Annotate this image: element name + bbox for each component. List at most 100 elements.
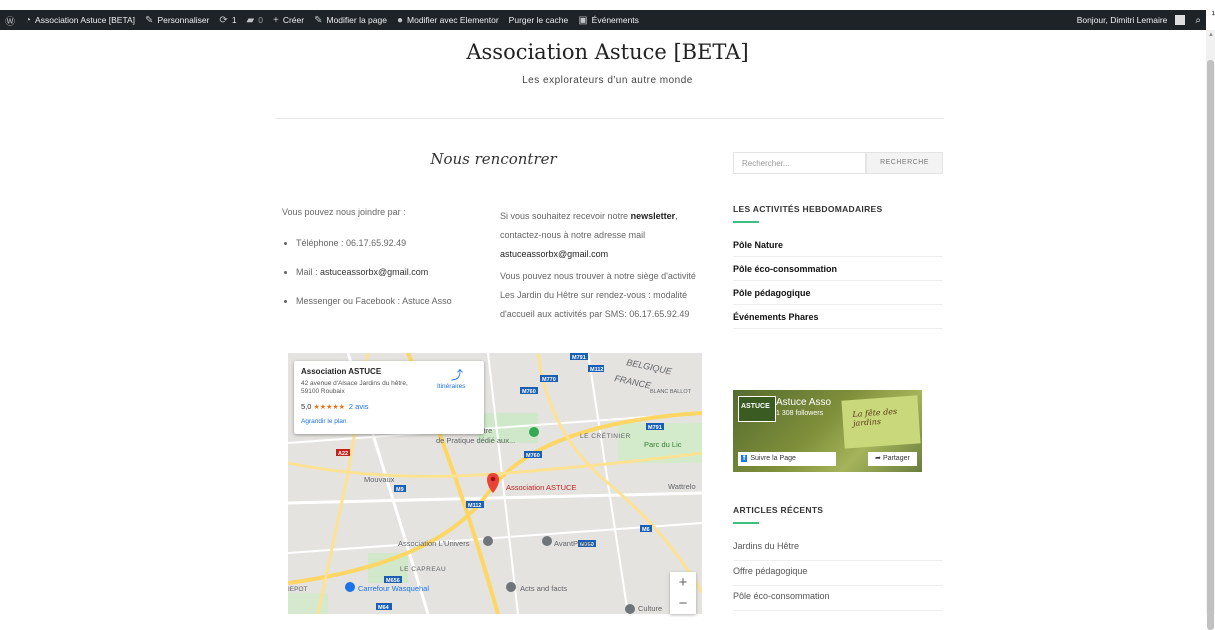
updates-link[interactable]: ⟳ 1: [214, 15, 241, 26]
edit-elementor-link[interactable]: ● Modifier avec Elementor: [392, 15, 504, 26]
svg-text:Acts and facts: Acts and facts: [520, 584, 567, 593]
star-rating-icon: ★★★★★: [313, 404, 345, 411]
activity-link[interactable]: Pôle pédagogique: [733, 281, 943, 305]
wp-logo-menu[interactable]: Ⓦ: [0, 13, 20, 28]
purge-cache-link[interactable]: Purger le cache: [504, 15, 574, 25]
svg-text:IEPOT: IEPOT: [288, 586, 308, 593]
place-pin-icon[interactable]: [542, 536, 552, 546]
place-pin-icon[interactable]: [625, 604, 635, 614]
admin-bar: Ⓦ ◔ Association Astuce [BETA] ✎ Personnali…: [0, 10, 1206, 30]
updates-icon: ⟳: [219, 14, 228, 26]
svg-text:LE CRÉTINIER: LE CRÉTINIER: [580, 431, 631, 440]
svg-text:Wattrelo: Wattrelo: [668, 482, 696, 491]
place-pin-icon[interactable]: [483, 536, 493, 546]
svg-text:M760: M760: [522, 389, 536, 395]
contact-list: Téléphone : 06.17.65.92.49 Mail : astuce…: [282, 237, 482, 307]
svg-text:LE CAPREAU: LE CAPREAU: [400, 566, 446, 573]
follow-page-button[interactable]: f Suivre la Page: [738, 452, 836, 466]
directions-link[interactable]: Itinéraires: [437, 383, 466, 390]
svg-text:Culture: Culture: [638, 604, 662, 613]
scrollbar[interactable]: ▲: [1206, 30, 1215, 630]
facebook-page-name[interactable]: Astuce Asso: [776, 397, 831, 408]
search-button[interactable]: RECHERCHE: [866, 152, 943, 174]
activity-link[interactable]: Pôle éco-consommation: [733, 257, 943, 281]
zoom-in-button[interactable]: +: [670, 572, 696, 593]
customize-link[interactable]: ✎ Personnaliser: [140, 15, 214, 26]
contact-column: Vous pouvez nous joindre par : Téléphone…: [282, 207, 482, 324]
avatar: [1175, 15, 1186, 25]
place-name: Association ASTUCE: [301, 367, 382, 376]
activities-widget-title: LES ACTIVITÉS HEBDOMADAIRES: [733, 204, 883, 214]
pencil-icon: ✎: [314, 14, 323, 26]
svg-text:M112: M112: [590, 367, 603, 373]
facebook-icon: f: [741, 455, 748, 462]
svg-text:M791: M791: [572, 355, 586, 361]
shop-pin-icon[interactable]: [345, 582, 355, 592]
svg-text:Parc du Lic: Parc du Lic: [644, 440, 682, 449]
comments-link[interactable]: ▰ 0: [242, 15, 268, 26]
recent-post-link[interactable]: Offre pédagogique: [733, 561, 943, 586]
facebook-followers: 1 308 followers: [776, 410, 824, 417]
newsletter-email-link[interactable]: astuceassorbx@gmail.com: [500, 249, 608, 259]
newsletter-column: Si vous souhaitez recevoir notre newslet…: [500, 207, 710, 327]
svg-text:M760: M760: [526, 453, 540, 459]
page-logo: ASTUCE: [738, 396, 776, 422]
place-address: 42 avenue d'Alsace Jardins du hêtre, 591…: [301, 380, 408, 395]
dashboard-icon: ◔: [25, 14, 32, 26]
search-input[interactable]: Rechercher...: [733, 152, 866, 174]
list-item: Mail : astuceassorbx@gmail.com: [296, 266, 482, 278]
reviews-link[interactable]: 2 avis: [349, 402, 369, 411]
elementor-icon: ●: [396, 14, 404, 26]
scrollbar-thumb[interactable]: [1207, 60, 1214, 630]
activities-list: Pôle Nature Pôle éco-consommation Pôle p…: [733, 233, 943, 329]
plus-icon: +: [272, 14, 279, 26]
recent-post-link[interactable]: Jardins du Hêtre: [733, 536, 943, 561]
list-item: Téléphone : 06.17.65.92.49: [296, 237, 482, 249]
svg-text:Association L'Univers: Association L'Univers: [398, 539, 470, 548]
activity-link[interactable]: Événements Phares: [733, 305, 943, 329]
page-title: Nous rencontrer: [430, 150, 557, 168]
svg-text:M64: M64: [378, 605, 390, 611]
recent-post-link[interactable]: Pôle éco-consommation: [733, 586, 943, 611]
email-link[interactable]: astuceassorbx@gmail.com: [320, 267, 428, 277]
event-poster-image: La fête des jardins: [841, 395, 921, 449]
place-pin-icon[interactable]: [506, 582, 516, 592]
facebook-page-widget[interactable]: La fête des jardins ASTUCE Astuce Asso 1…: [733, 390, 922, 472]
svg-text:M791: M791: [648, 425, 662, 431]
recent-posts-widget-title: ARTICLES RÉCENTS: [733, 505, 824, 515]
account-menu[interactable]: Bonjour, Dimitri Lemaire: [1072, 15, 1191, 25]
site-title[interactable]: Association Astuce [BETA]: [0, 40, 1215, 64]
events-link[interactable]: ▣ Événements: [573, 15, 644, 26]
contact-intro: Vous pouvez nous joindre par :: [282, 207, 406, 217]
edit-page-link[interactable]: ✎ Modifier la page: [309, 15, 392, 26]
svg-text:M6: M6: [642, 527, 650, 533]
svg-text:Carrefour Wasquehal: Carrefour Wasquehal: [358, 584, 429, 593]
newsletter-paragraph: Si vous souhaitez recevoir notre newslet…: [500, 211, 678, 259]
svg-text:Association ASTUCE: Association ASTUCE: [506, 483, 576, 492]
scroll-up-arrow-icon[interactable]: ▲: [1208, 32, 1214, 38]
map-info-card: Association ASTUCE 42 avenue d'Alsace Ja…: [294, 361, 484, 434]
header-divider: [276, 118, 944, 119]
calendar-icon: ▣: [578, 14, 588, 26]
enlarge-map-link[interactable]: Agrandir le plan: [301, 418, 347, 425]
svg-text:A22: A22: [338, 451, 348, 457]
svg-text:AvantPoste: AvantPoste: [554, 539, 592, 548]
share-button[interactable]: ➦ Partager: [868, 452, 917, 466]
list-item: Messenger ou Facebook : Astuce Asso: [296, 295, 482, 307]
search-icon: ⌕: [1195, 14, 1201, 26]
recent-posts-list: Jardins du Hêtre Offre pédagogique Pôle …: [733, 536, 943, 611]
svg-text:BLANC BALLOT: BLANC BALLOT: [650, 389, 692, 395]
place-rating: 5,0 ★★★★★ 2 avis: [301, 402, 369, 411]
new-content-menu[interactable]: + Créer: [268, 15, 309, 26]
svg-text:de Pratique dédié aux...: de Pratique dédié aux...: [436, 436, 515, 445]
site-name-menu[interactable]: ◔ Association Astuce [BETA]: [20, 15, 140, 26]
map-zoom-control: + −: [670, 572, 696, 614]
comment-icon: ▰: [246, 14, 255, 26]
widget-title-underline: [733, 221, 759, 223]
directions-icon[interactable]: ⤴: [451, 366, 463, 383]
activity-link[interactable]: Pôle Nature: [733, 233, 943, 257]
zoom-out-button[interactable]: −: [670, 593, 696, 614]
wordpress-icon: Ⓦ: [5, 16, 15, 28]
admin-search-button[interactable]: ⌕: [1190, 15, 1206, 26]
park-pin-icon[interactable]: [529, 427, 539, 437]
